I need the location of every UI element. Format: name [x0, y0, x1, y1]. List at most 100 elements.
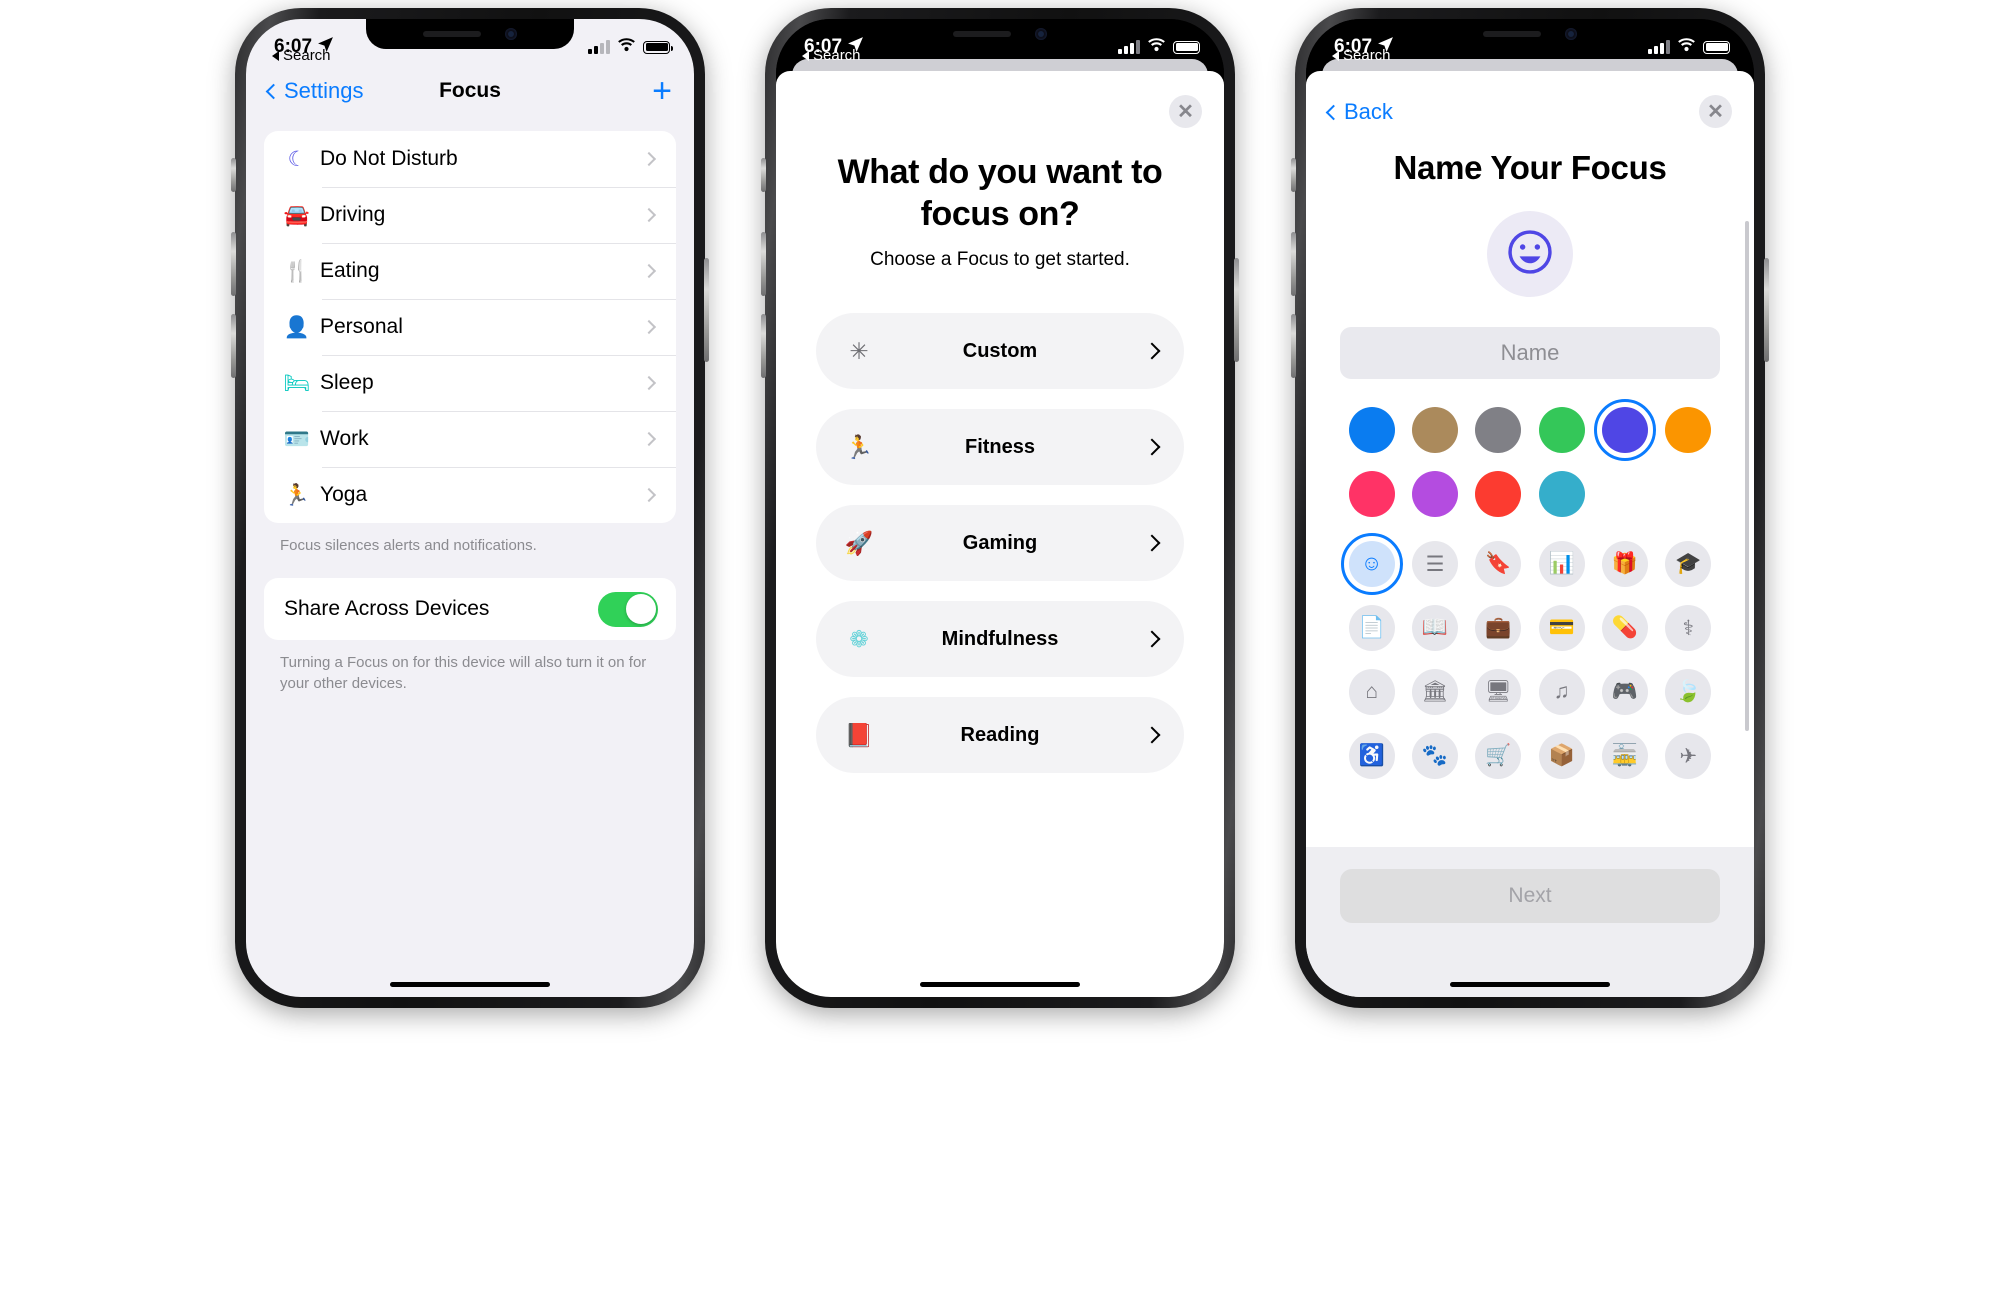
- back-button-label: Back: [1344, 99, 1393, 124]
- choose-focus-page: 6:07 Search ✕ What do you want to focus …: [776, 19, 1224, 997]
- color-swatch-indigo[interactable]: [1593, 399, 1656, 461]
- scrollbar[interactable]: [1745, 221, 1749, 731]
- focus-list-item[interactable]: 🏃 Yoga: [264, 467, 676, 523]
- icon-option-pills-icon[interactable]: 💊: [1601, 605, 1648, 651]
- home-indicator[interactable]: [920, 982, 1080, 987]
- color-swatch-red[interactable]: [1475, 471, 1522, 517]
- icon-option-document-icon[interactable]: 📄: [1348, 605, 1395, 651]
- icon-option-cart-icon[interactable]: 🛒: [1475, 733, 1522, 779]
- signal-bars-icon: [1118, 39, 1140, 54]
- share-across-devices-toggle[interactable]: [598, 591, 658, 627]
- focus-list-item[interactable]: 👤 Personal: [264, 299, 676, 355]
- color-swatch-green[interactable]: [1538, 407, 1585, 453]
- sheet-heading: Name Your Focus: [1393, 149, 1667, 186]
- close-button[interactable]: ✕: [1699, 95, 1732, 128]
- home-indicator[interactable]: [1450, 982, 1610, 987]
- volume-down-button[interactable]: [761, 314, 766, 378]
- chevron-right-icon: [641, 319, 657, 335]
- icon-option-house-icon[interactable]: ⌂: [1348, 669, 1395, 715]
- icon-option-gamepad-icon[interactable]: 🎮: [1601, 669, 1648, 715]
- icon-option-music-note-icon[interactable]: ♫: [1538, 669, 1585, 715]
- navigation-bar: Settings Focus +: [246, 65, 694, 117]
- focus-list-item[interactable]: 🪪 Work: [264, 411, 676, 467]
- color-swatch-teal[interactable]: [1538, 471, 1585, 517]
- focus-list-item[interactable]: 🍴 Eating: [264, 243, 676, 299]
- volume-down-button[interactable]: [231, 314, 236, 378]
- book-icon: 📕: [844, 721, 874, 748]
- power-button[interactable]: [704, 258, 709, 362]
- icon-option-paw-print-icon[interactable]: 🐾: [1411, 733, 1458, 779]
- share-across-devices-footnote: Turning a Focus on for this device will …: [280, 654, 647, 692]
- home-indicator[interactable]: [390, 982, 550, 987]
- triangle-left-icon: [802, 50, 809, 61]
- back-button[interactable]: Settings: [265, 78, 364, 104]
- icon-option-tram-icon[interactable]: 🚋: [1601, 733, 1648, 779]
- back-to-search-link[interactable]: Search: [1332, 47, 1391, 64]
- icon-option-display-icon[interactable]: 🖥: [1475, 669, 1522, 715]
- power-button[interactable]: [1234, 258, 1239, 362]
- notch: [366, 19, 574, 49]
- icon-option-credit-card-icon[interactable]: 💳: [1538, 605, 1585, 651]
- color-swatch-purple[interactable]: [1411, 471, 1458, 517]
- volume-up-button[interactable]: [761, 232, 766, 296]
- next-button[interactable]: Next: [1340, 869, 1720, 923]
- icon-option-stethoscope-icon[interactable]: ⚕: [1665, 605, 1712, 651]
- color-swatch-gray[interactable]: [1475, 407, 1522, 453]
- color-swatch-brown[interactable]: [1411, 407, 1458, 453]
- sheet-heading: What do you want to focus on?: [837, 153, 1163, 234]
- color-swatch-blue[interactable]: [1348, 407, 1395, 453]
- volume-up-button[interactable]: [231, 232, 236, 296]
- icon-option-bank-icon[interactable]: 🏛: [1411, 669, 1458, 715]
- back-to-search-label: Search: [283, 47, 331, 64]
- icon-option-graduation-cap-icon[interactable]: 🎓: [1665, 541, 1712, 587]
- focus-list-item[interactable]: 🚘 Driving: [264, 187, 676, 243]
- focus-option-gaming[interactable]: 🚀 Gaming: [816, 505, 1184, 582]
- mute-switch[interactable]: [1291, 158, 1296, 192]
- triangle-left-icon: [272, 50, 279, 61]
- icon-option-accessibility-icon[interactable]: ♿: [1348, 733, 1395, 779]
- icon-option-airplane-icon[interactable]: ✈: [1665, 733, 1712, 779]
- smiley-face-icon: [1504, 226, 1556, 283]
- icon-option-smiley-face-icon[interactable]: ☺: [1340, 533, 1403, 595]
- focus-option-mindfulness[interactable]: ❁ Mindfulness: [816, 601, 1184, 678]
- share-across-devices-row[interactable]: Share Across Devices: [264, 578, 676, 640]
- icon-option-leaf-icon[interactable]: 🍃: [1665, 669, 1712, 715]
- icon-option-list-icon[interactable]: ☰: [1411, 541, 1458, 587]
- color-swatch-orange[interactable]: [1665, 407, 1712, 453]
- chevron-right-icon: [1143, 630, 1161, 648]
- mute-switch[interactable]: [231, 158, 236, 192]
- focus-item-label: Eating: [320, 259, 380, 282]
- power-button[interactable]: [1764, 258, 1769, 362]
- icon-option-book-open-icon[interactable]: 📖: [1411, 605, 1458, 651]
- focus-list-item[interactable]: ☾ Do Not Disturb: [264, 131, 676, 187]
- color-swatch-pink[interactable]: [1348, 471, 1395, 517]
- back-button[interactable]: Back: [1325, 99, 1393, 125]
- icon-option-bar-chart-icon[interactable]: 📊: [1538, 541, 1585, 587]
- running-person-icon: 🏃: [844, 433, 874, 460]
- focus-option-fitness[interactable]: 🏃 Fitness: [816, 409, 1184, 486]
- close-button[interactable]: ✕: [1169, 95, 1202, 128]
- signal-bars-icon: [1648, 39, 1670, 54]
- icon-option-gift-icon[interactable]: 🎁: [1601, 541, 1648, 587]
- icon-option-bookmark-icon[interactable]: 🔖: [1475, 541, 1522, 587]
- focus-option-reading[interactable]: 📕 Reading: [816, 697, 1184, 774]
- icon-picker-grid: ☺ ☰ 🔖 📊 🎁 🎓 📄 📖 💼 💳 💊 ⚕ ⌂ 🏛 🖥 ♫ 🎮 🍃 ♿ 🐾 🛒 📦 🚋 ✈: [1306, 517, 1754, 779]
- mute-switch[interactable]: [761, 158, 766, 192]
- back-to-search-link[interactable]: Search: [802, 47, 861, 64]
- focus-name-placeholder: Name: [1500, 340, 1560, 365]
- focus-option-custom[interactable]: ✳ Custom: [816, 313, 1184, 390]
- back-to-search-link[interactable]: Search: [272, 47, 331, 64]
- volume-up-button[interactable]: [1291, 232, 1296, 296]
- battery-icon: [643, 40, 673, 54]
- name-focus-sheet: ✕ Back Name Your Focus Name ☺ ☰ 🔖 📊 🎁 🎓 …: [1306, 71, 1754, 997]
- bed-icon: 🛏: [283, 371, 311, 395]
- chevron-right-icon: [1143, 726, 1161, 744]
- add-focus-button[interactable]: +: [652, 74, 672, 108]
- focus-list-item[interactable]: 🛏 Sleep: [264, 355, 676, 411]
- focus-name-input[interactable]: Name: [1340, 327, 1720, 379]
- volume-down-button[interactable]: [1291, 314, 1296, 378]
- icon-option-briefcase-icon[interactable]: 💼: [1475, 605, 1522, 651]
- icon-option-box-icon[interactable]: 📦: [1538, 733, 1585, 779]
- focus-list-footnote: Focus silences alerts and notifications.: [280, 537, 537, 554]
- choose-focus-sheet: ✕ What do you want to focus on? Choose a…: [776, 71, 1224, 997]
